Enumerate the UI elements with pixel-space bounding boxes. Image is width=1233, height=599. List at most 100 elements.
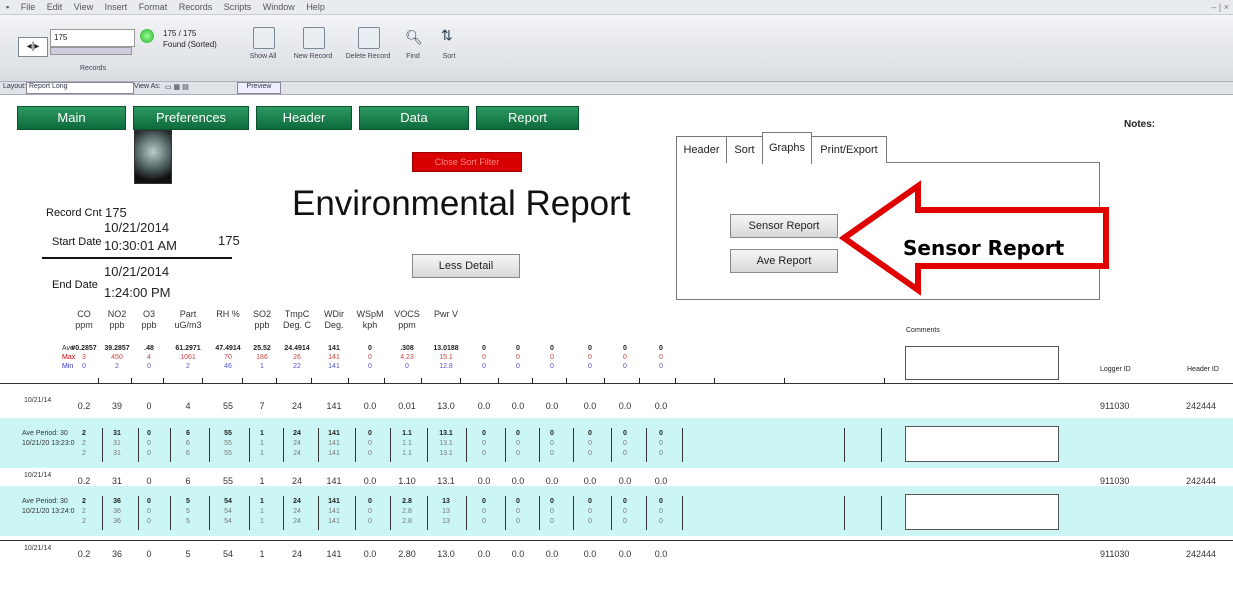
ave-period-max-cell: 0 bbox=[550, 440, 554, 447]
tab-header[interactable]: Header bbox=[256, 106, 352, 130]
view-as-label: View As: bbox=[134, 83, 161, 90]
column-separator bbox=[646, 496, 647, 530]
ave-period-max-cell: 1.1 bbox=[402, 440, 412, 447]
menu-help[interactable]: Help bbox=[306, 0, 325, 14]
comments-field[interactable] bbox=[905, 346, 1059, 380]
column-tick bbox=[604, 378, 605, 384]
sort-icon[interactable]: ⇅ bbox=[441, 27, 453, 44]
view-as-buttons[interactable]: ▭ ▦ ▤ bbox=[165, 83, 217, 91]
table-cell: 141 bbox=[326, 549, 342, 559]
ave-period-max-cell: 0 bbox=[368, 508, 372, 515]
ave-comments-field[interactable] bbox=[905, 494, 1059, 530]
ave-comments-field[interactable] bbox=[905, 426, 1059, 462]
column-separator bbox=[427, 496, 428, 530]
column-header-pwr-v: Pwr V bbox=[433, 309, 458, 319]
column-tick bbox=[131, 378, 132, 384]
menu-format[interactable]: Format bbox=[139, 0, 168, 14]
summary-ave-cell: 13.0188 bbox=[433, 345, 459, 352]
table-cell: 0.2 bbox=[77, 549, 91, 559]
page-title: Environmental Report bbox=[292, 184, 631, 223]
column-tick bbox=[421, 378, 422, 384]
ave-period-max-cell: 1 bbox=[260, 440, 264, 447]
summary-min-cell: 2 bbox=[186, 363, 190, 370]
ave-period-min-cell: 54 bbox=[224, 518, 232, 525]
table-cell: 0 bbox=[146, 401, 152, 411]
less-detail-button[interactable]: Less Detail bbox=[412, 254, 520, 278]
table-cell: 0.0 bbox=[583, 476, 597, 486]
show-all-button[interactable]: Show All bbox=[241, 53, 285, 60]
menu-records[interactable]: Records bbox=[179, 0, 213, 14]
end-date-value: 10/21/2014 bbox=[104, 264, 170, 279]
ave-period-max-cell: 24 bbox=[293, 440, 301, 447]
ave-period-max-cell: 24 bbox=[293, 508, 301, 515]
column-separator bbox=[573, 496, 574, 530]
record-slider[interactable] bbox=[50, 47, 132, 55]
ave-period-max-cell: 13 bbox=[442, 508, 450, 515]
new-record-button[interactable]: New Record bbox=[288, 53, 338, 60]
summary-ave-cell: 25.52 bbox=[253, 345, 271, 352]
column-tick bbox=[242, 378, 243, 384]
menu-edit[interactable]: Edit bbox=[47, 0, 63, 14]
ave-period-max-cell: 55 bbox=[224, 440, 232, 447]
ave-period-max-cell: 141 bbox=[328, 508, 340, 515]
delete-record-icon[interactable] bbox=[358, 27, 380, 49]
layout-select[interactable]: Report Long bbox=[26, 82, 134, 94]
summary-max-cell: 0 bbox=[623, 354, 627, 361]
ave-period-label: Ave Period: 30 bbox=[22, 430, 68, 437]
window-controls[interactable]: – | × bbox=[1211, 0, 1229, 14]
summary-ave-cell: 0 bbox=[516, 345, 520, 352]
row-date: 10/21/14 bbox=[24, 397, 52, 404]
tab-main[interactable]: Main bbox=[17, 106, 126, 130]
summary-min-cell: 46 bbox=[224, 363, 232, 370]
layout-bar: Layout: Report Long View As: ▭ ▦ ▤ Previ… bbox=[0, 82, 1233, 95]
table-cell: 24 bbox=[291, 549, 302, 559]
column-tick bbox=[384, 378, 385, 384]
tab-report[interactable]: Report bbox=[476, 106, 579, 130]
tab-panel-sort[interactable]: Sort bbox=[726, 136, 763, 163]
sensor-report-button[interactable]: Sensor Report bbox=[730, 214, 838, 238]
ave-period-ave-cell: 0 bbox=[482, 430, 486, 437]
delete-record-button[interactable]: Delete Record bbox=[342, 53, 394, 60]
found-status-icon bbox=[140, 29, 154, 43]
menu-window[interactable]: Window bbox=[263, 0, 295, 14]
close-sort-filter-button[interactable]: Close Sort Filter bbox=[412, 152, 522, 172]
row-date: 10/21/14 bbox=[24, 545, 52, 552]
column-tick bbox=[498, 378, 499, 384]
menu-scripts[interactable]: Scripts bbox=[224, 0, 252, 14]
tab-panel-print-export[interactable]: Print/Export bbox=[811, 136, 887, 163]
tab-panel-header[interactable]: Header bbox=[676, 136, 727, 163]
ave-period-ave-cell: 5 bbox=[186, 498, 190, 505]
ave-period-min-cell: 6 bbox=[186, 450, 190, 457]
new-record-icon[interactable] bbox=[303, 27, 325, 49]
tab-preferences[interactable]: Preferences bbox=[133, 106, 249, 130]
column-unit: ppb bbox=[141, 320, 157, 330]
tab-panel-graphs[interactable]: Graphs bbox=[762, 132, 812, 164]
summary-max-cell: 0 bbox=[550, 354, 554, 361]
ave-period-max-cell: 2.8 bbox=[402, 508, 412, 515]
start-time-value: 10:30:01 AM bbox=[104, 238, 177, 253]
column-tick bbox=[639, 378, 640, 384]
menu-insert[interactable]: Insert bbox=[105, 0, 128, 14]
record-nav-arrows[interactable]: ◂|▸ bbox=[18, 37, 48, 57]
ave-report-button[interactable]: Ave Report bbox=[730, 249, 838, 273]
menu-file[interactable]: File bbox=[21, 0, 36, 14]
menu-view[interactable]: View bbox=[74, 0, 93, 14]
find-icon[interactable]: 🔍︎ bbox=[405, 29, 423, 46]
column-unit: uG/m3 bbox=[174, 320, 202, 330]
summary-min-cell: 0 bbox=[516, 363, 520, 370]
table-cell: 1.10 bbox=[398, 476, 416, 486]
find-button[interactable]: Find bbox=[398, 53, 428, 60]
table-cell: 4 bbox=[185, 401, 191, 411]
preview-button[interactable]: Preview bbox=[237, 82, 281, 94]
tab-data[interactable]: Data bbox=[359, 106, 469, 130]
sort-button[interactable]: Sort bbox=[434, 53, 464, 60]
table-cell: 0.0 bbox=[654, 476, 668, 486]
ave-period-min-cell: 0 bbox=[482, 450, 486, 457]
column-tick bbox=[202, 378, 203, 384]
summary-ave-cell: 0 bbox=[659, 345, 663, 352]
ave-period-min-cell: 31 bbox=[113, 450, 121, 457]
show-all-icon[interactable] bbox=[253, 27, 275, 49]
record-number-field[interactable]: 175 bbox=[50, 29, 135, 47]
table-cell: 5 bbox=[185, 549, 191, 559]
summary-ave-cell: 0 bbox=[368, 345, 372, 352]
